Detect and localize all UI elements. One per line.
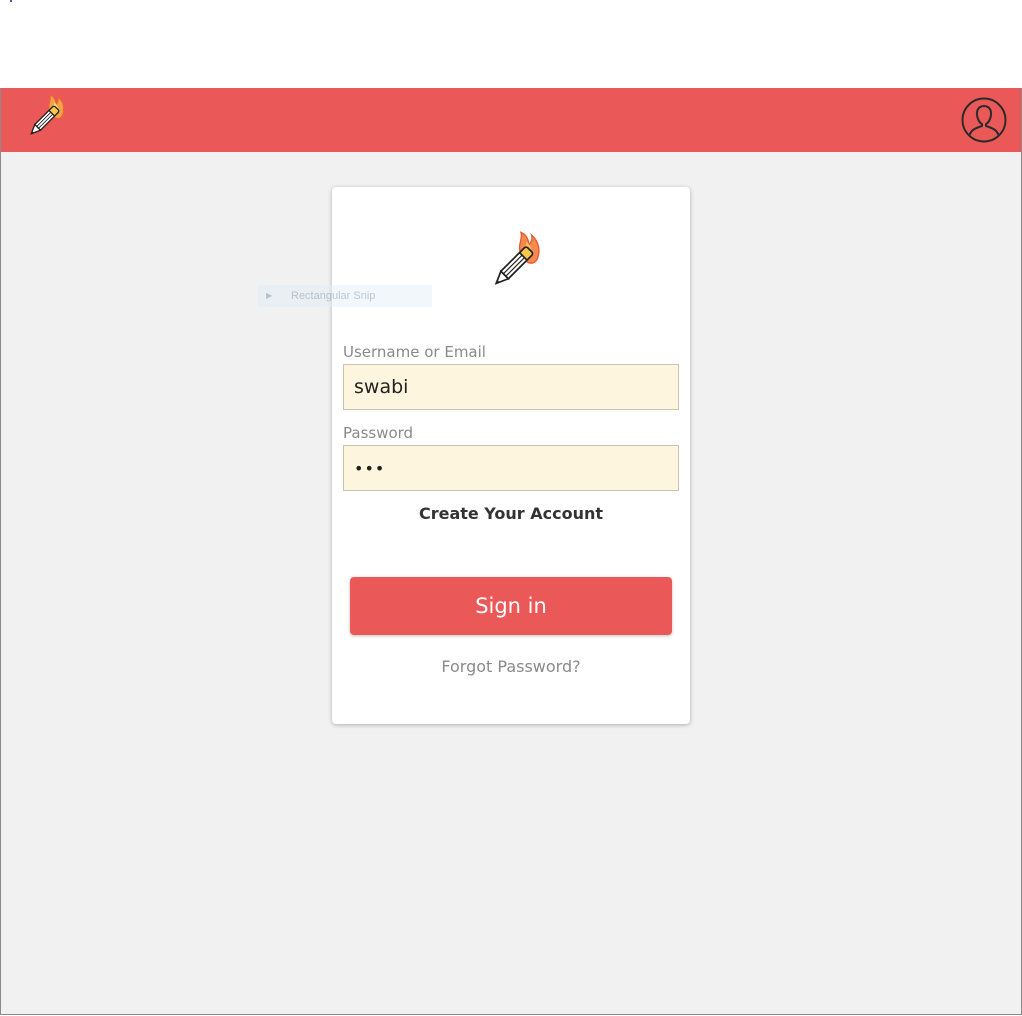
snip-tooltip: ▶ Rectangular Snip xyxy=(258,285,432,307)
password-label: Password xyxy=(343,424,414,442)
create-account-link[interactable]: Create Your Account xyxy=(332,504,690,523)
flaming-pencil-icon xyxy=(482,231,544,297)
username-input[interactable] xyxy=(343,364,679,410)
user-profile-icon[interactable] xyxy=(961,97,1007,143)
play-icon: ▶ xyxy=(266,291,273,300)
username-label: Username or Email xyxy=(343,343,486,361)
stray-pixel xyxy=(10,0,12,2)
top-bar xyxy=(1,88,1021,152)
sign-in-button[interactable]: Sign in xyxy=(350,577,672,635)
login-card: Username or Email Password Create Your A… xyxy=(332,187,690,724)
snip-tooltip-label: Rectangular Snip xyxy=(291,290,376,302)
flaming-pencil-icon[interactable] xyxy=(21,94,67,144)
forgot-password-link[interactable]: Forgot Password? xyxy=(332,657,690,676)
app-window: ▶ Rectangular Snip Username or Email Pas… xyxy=(0,88,1022,1015)
password-input[interactable] xyxy=(343,445,679,491)
